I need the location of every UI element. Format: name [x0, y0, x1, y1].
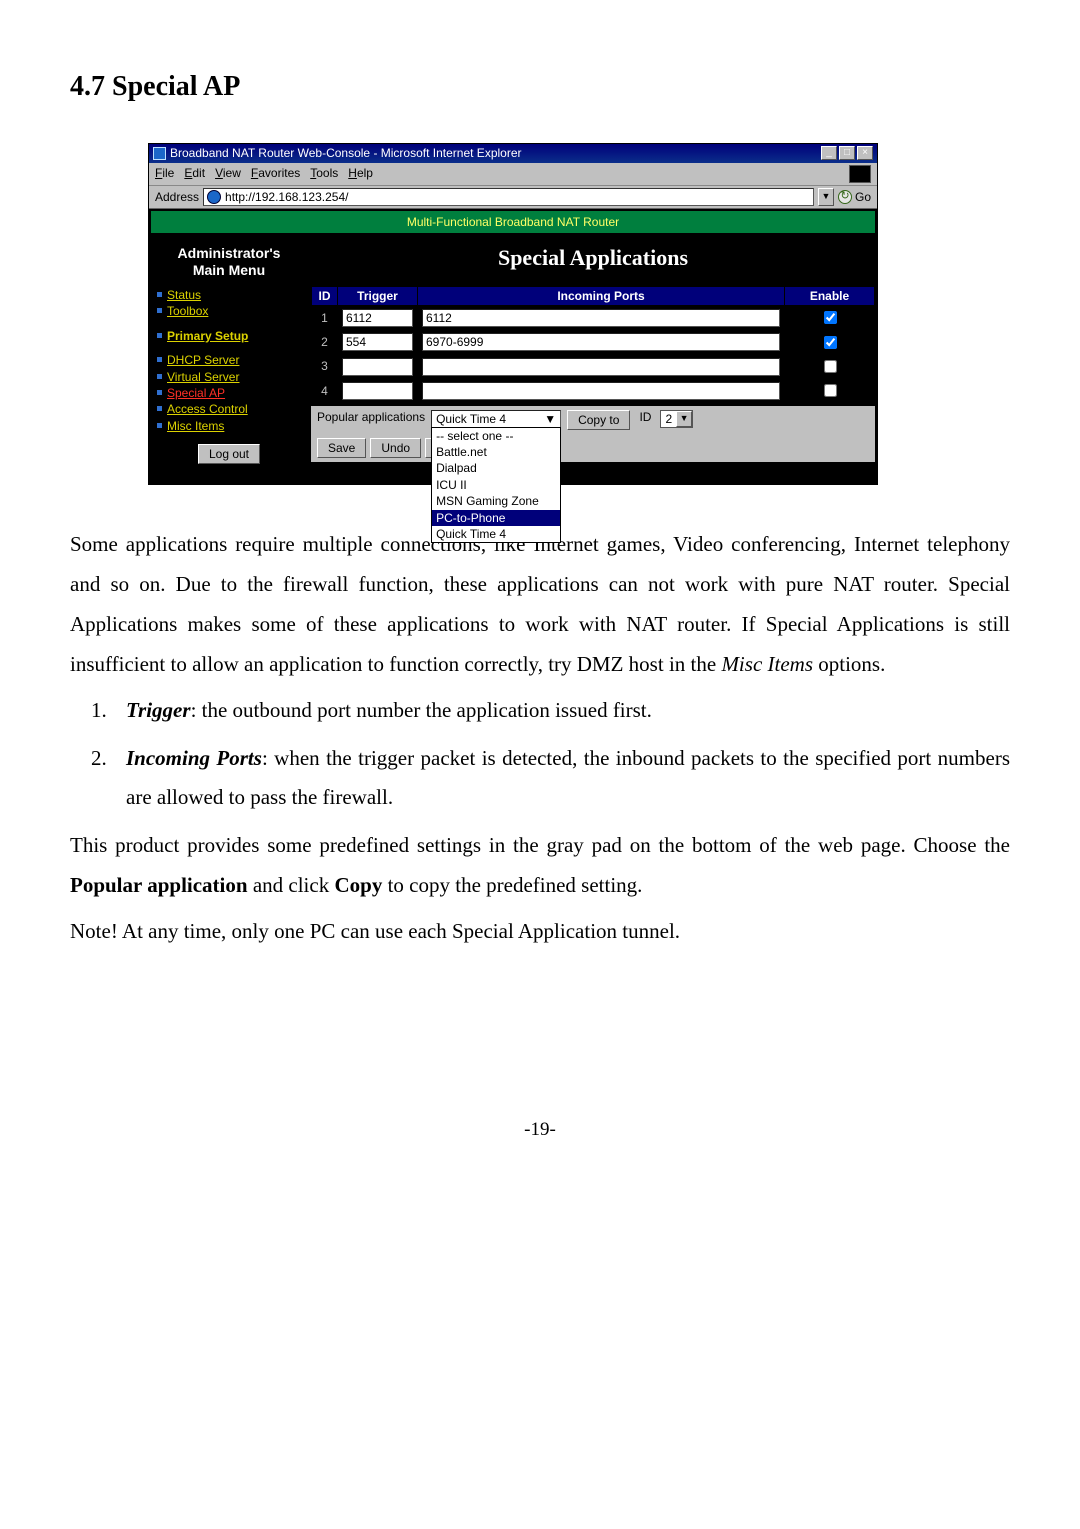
trigger-input[interactable]: [342, 309, 413, 327]
ie-icon: [153, 147, 166, 160]
incoming-input[interactable]: [422, 333, 780, 351]
sidebar-item-special-ap[interactable]: Special AP: [153, 385, 305, 401]
web-page: Multi-Functional Broadband NAT Router Ad…: [149, 209, 877, 484]
definition-list: Trigger: the outbound port number the ap…: [70, 691, 1010, 819]
popular-selected-value: Quick Time 4: [436, 412, 506, 426]
address-bar: Address http://192.168.123.254/ ▼ ↻ Go: [149, 186, 877, 209]
enable-checkbox[interactable]: [824, 311, 837, 324]
address-input[interactable]: http://192.168.123.254/: [203, 188, 814, 206]
trigger-input[interactable]: [342, 382, 413, 400]
go-button[interactable]: ↻ Go: [838, 190, 871, 204]
logout-button[interactable]: Log out: [198, 444, 260, 464]
sidebar-item-toolbox[interactable]: Toolbox: [153, 303, 305, 319]
predefined-paragraph: This product provides some predefined se…: [70, 826, 1010, 906]
table-row: 3: [312, 354, 875, 378]
action-button-row: Save Undo Help: [311, 434, 875, 462]
chevron-down-icon: ▼: [676, 411, 692, 427]
note-paragraph: Note! At any time, only one PC can use e…: [70, 912, 1010, 952]
table-row: 4: [312, 379, 875, 403]
special-app-table: ID Trigger Incoming Ports Enable 1234: [311, 286, 875, 404]
popular-select[interactable]: Quick Time 4 ▼: [431, 410, 561, 428]
page-title: Special Applications: [311, 235, 875, 285]
popular-label: Popular applications: [317, 410, 425, 424]
undo-button[interactable]: Undo: [370, 438, 421, 458]
url-icon: [207, 190, 221, 204]
menu-favorites[interactable]: Favorites: [251, 166, 300, 180]
id-label: ID: [639, 410, 651, 424]
incoming-input[interactable]: [422, 382, 780, 400]
popular-select-listbox[interactable]: -- select one --Battle.netDialpadICU IIM…: [431, 427, 561, 544]
popular-option[interactable]: Quick Time 4: [432, 526, 560, 542]
menu-edit[interactable]: Edit: [184, 166, 205, 180]
menu-help[interactable]: Help: [348, 166, 373, 180]
row-id: 4: [312, 379, 338, 403]
popular-apps-row: Popular applications Quick Time 4 ▼ -- s…: [311, 406, 875, 434]
maximize-icon[interactable]: □: [839, 146, 855, 160]
row-id: 2: [312, 330, 338, 354]
sidebar-item-misc[interactable]: Misc Items: [153, 418, 305, 434]
id-select-value: 2: [661, 412, 676, 426]
menu-file[interactable]: File: [155, 166, 174, 180]
popular-option[interactable]: PC-to-Phone: [432, 510, 560, 526]
enable-checkbox[interactable]: [824, 384, 837, 397]
sidebar-item-status[interactable]: Status: [153, 287, 305, 303]
intro-paragraph: Some applications require multiple conne…: [70, 525, 1010, 685]
main-panel: Special Applications ID Trigger Incoming…: [309, 235, 877, 467]
go-arrow-icon: ↻: [838, 190, 852, 204]
row-id: 1: [312, 306, 338, 330]
save-button[interactable]: Save: [317, 438, 366, 458]
trigger-input[interactable]: [342, 358, 413, 376]
popular-option[interactable]: MSN Gaming Zone: [432, 493, 560, 509]
menu-bar: File Edit View Favorites Tools Help: [149, 163, 877, 186]
address-url: http://192.168.123.254/: [225, 190, 348, 204]
popular-option[interactable]: -- select one --: [432, 428, 560, 444]
incoming-input[interactable]: [422, 358, 780, 376]
section-heading: 4.7 Special AP: [70, 60, 1010, 113]
menu-tools[interactable]: Tools: [310, 166, 338, 180]
popular-option[interactable]: Battle.net: [432, 444, 560, 460]
window-title: Broadband NAT Router Web-Console - Micro…: [170, 146, 522, 160]
menu-view[interactable]: View: [215, 166, 241, 180]
close-icon[interactable]: ×: [857, 146, 873, 160]
popular-option[interactable]: ICU II: [432, 477, 560, 493]
chevron-down-icon: ▼: [544, 412, 556, 426]
trigger-input[interactable]: [342, 333, 413, 351]
row-id: 3: [312, 354, 338, 378]
popular-option[interactable]: Dialpad: [432, 460, 560, 476]
col-trigger: Trigger: [338, 286, 418, 305]
copy-to-button[interactable]: Copy to: [567, 410, 630, 430]
id-select[interactable]: 2 ▼: [660, 410, 693, 428]
banner: Multi-Functional Broadband NAT Router: [149, 209, 877, 235]
address-dropdown-icon[interactable]: ▼: [818, 188, 834, 206]
address-label: Address: [155, 190, 199, 204]
incoming-input[interactable]: [422, 309, 780, 327]
browser-window: Broadband NAT Router Web-Console - Micro…: [148, 143, 878, 485]
col-incoming: Incoming Ports: [418, 286, 785, 305]
sidebar-item-dhcp[interactable]: DHCP Server: [153, 352, 305, 368]
sidebar-item-access-control[interactable]: Access Control: [153, 401, 305, 417]
sidebar: Administrator's Main Menu Status Toolbox…: [149, 235, 309, 484]
table-row: 1: [312, 306, 875, 330]
page-number: -19-: [70, 1112, 1010, 1148]
col-id: ID: [312, 286, 338, 305]
list-item: Incoming Ports: when the trigger packet …: [112, 739, 1010, 819]
window-titlebar: Broadband NAT Router Web-Console - Micro…: [149, 144, 877, 162]
ms-logo-icon: [849, 165, 871, 183]
sidebar-item-virtual-server[interactable]: Virtual Server: [153, 369, 305, 385]
go-label: Go: [855, 190, 871, 204]
col-enable: Enable: [785, 286, 875, 305]
list-item: Trigger: the outbound port number the ap…: [112, 691, 1010, 731]
sidebar-title: Administrator's Main Menu: [153, 241, 305, 287]
enable-checkbox[interactable]: [824, 360, 837, 373]
sidebar-item-primary-setup[interactable]: Primary Setup: [153, 328, 305, 344]
table-row: 2: [312, 330, 875, 354]
minimize-icon[interactable]: _: [821, 146, 837, 160]
enable-checkbox[interactable]: [824, 336, 837, 349]
